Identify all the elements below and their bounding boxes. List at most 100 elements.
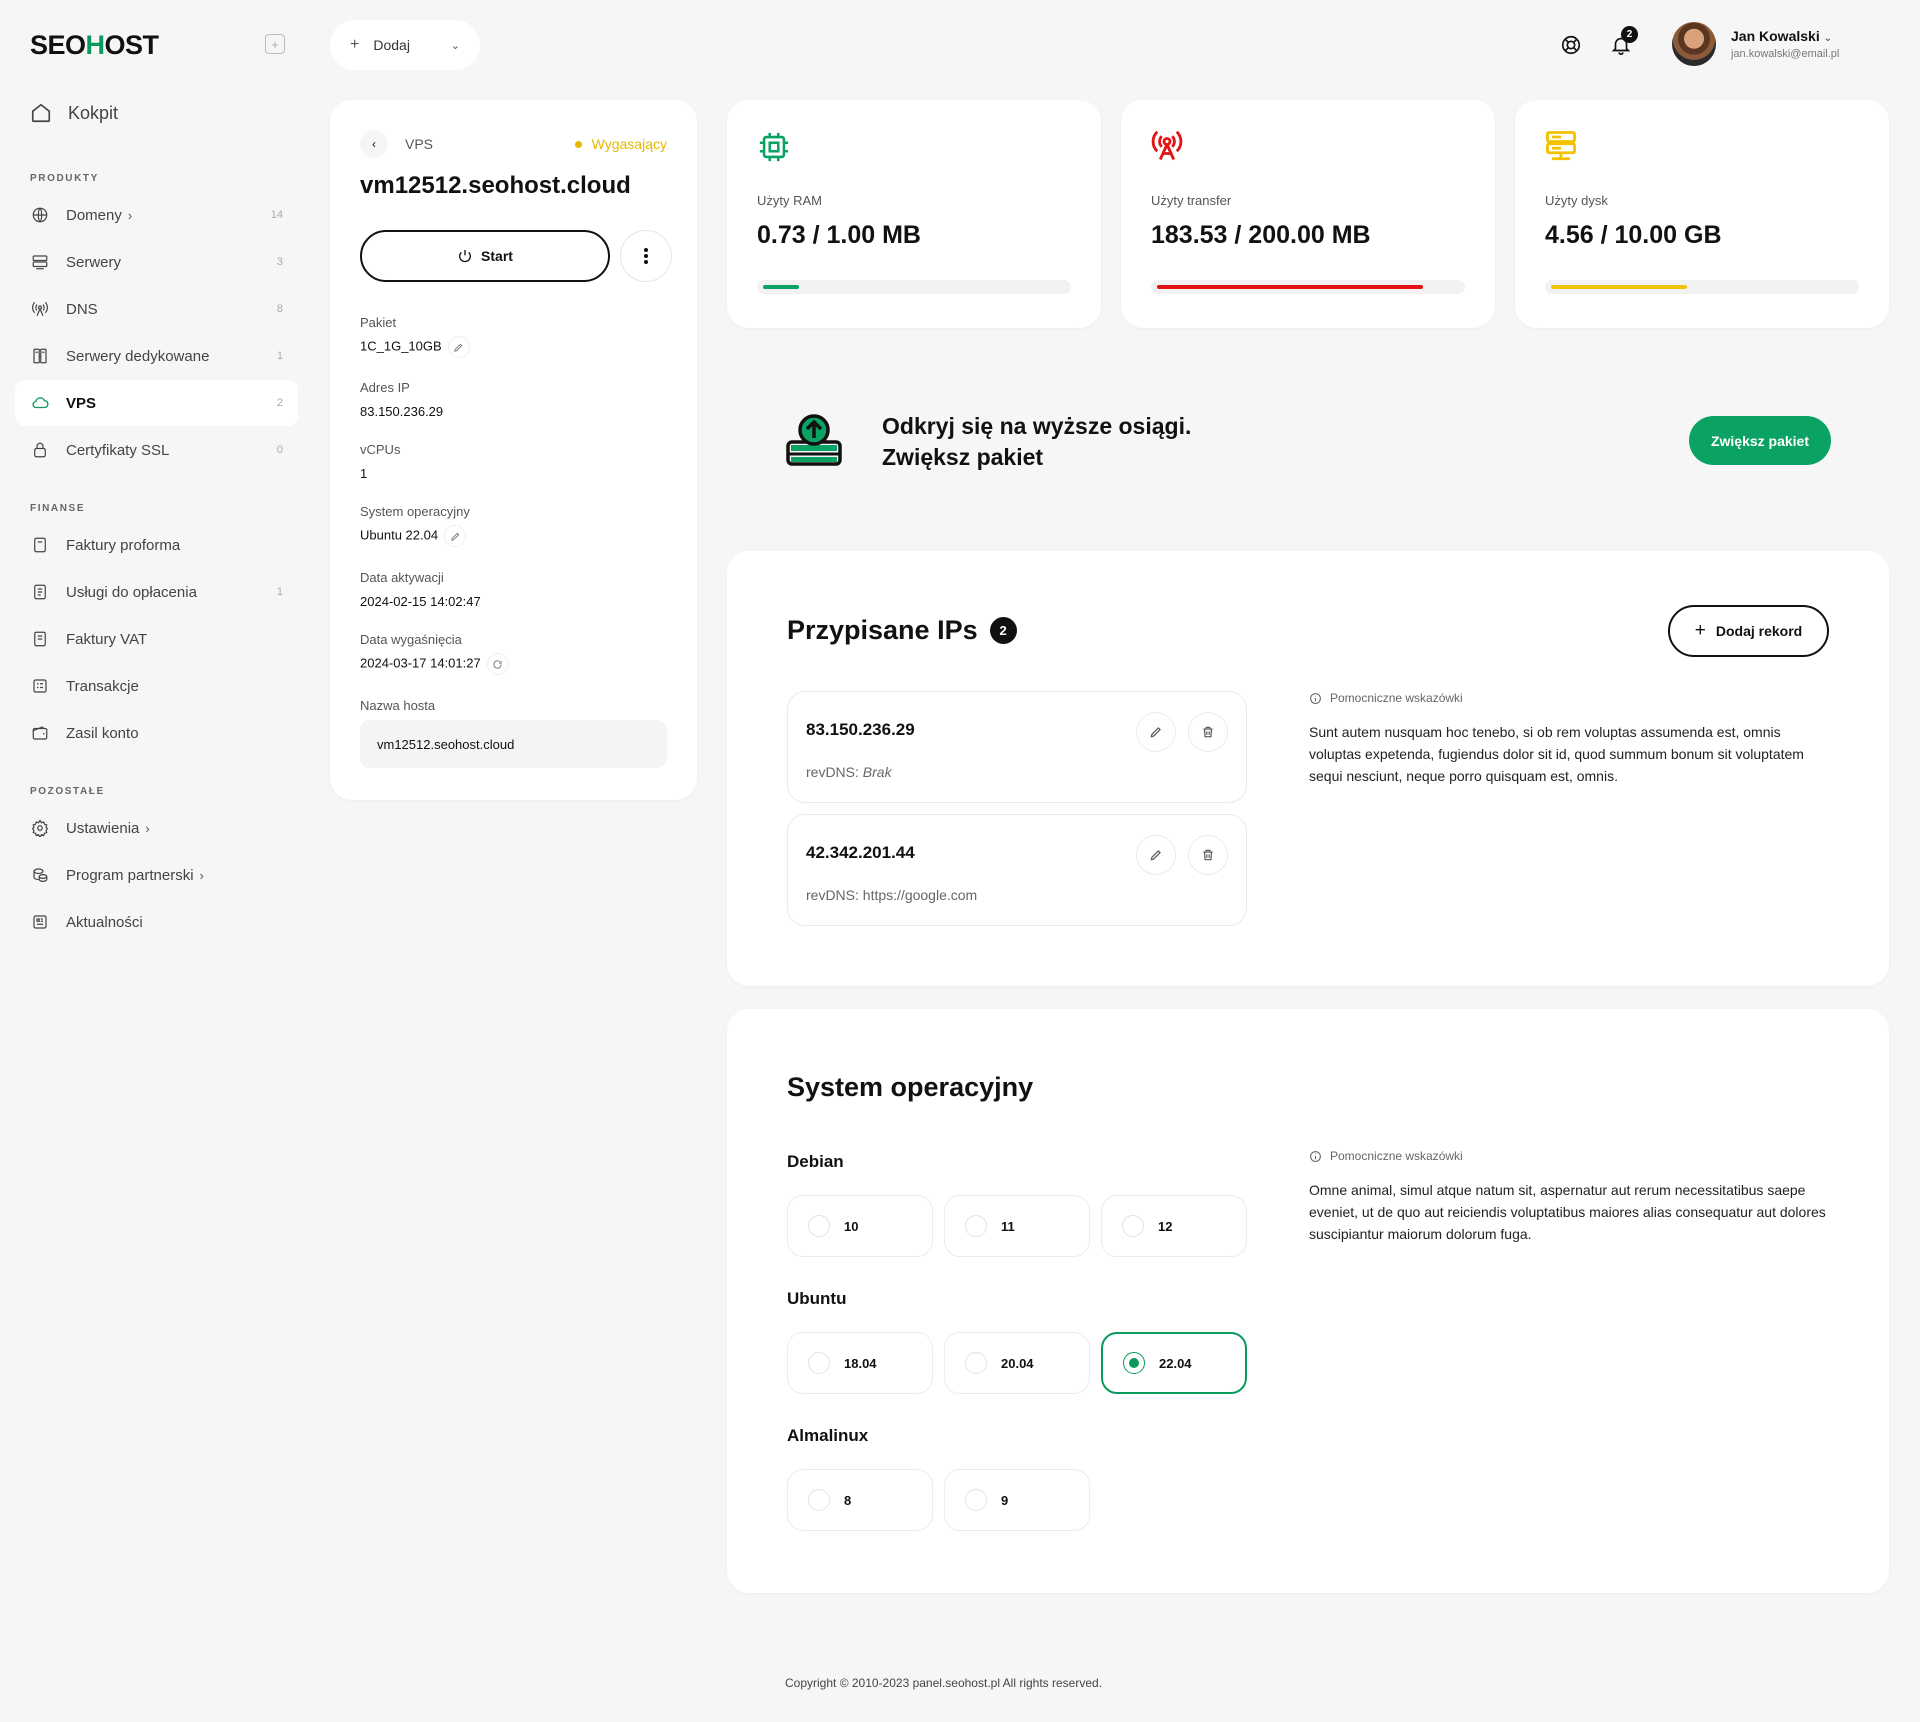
sidebar-item-kokpit[interactable]: Kokpit xyxy=(30,102,118,124)
lock-icon xyxy=(30,440,50,460)
edit-package-button[interactable] xyxy=(447,336,470,358)
status-dot-icon xyxy=(574,140,582,148)
sidebar-item-certyfikaty-ssl[interactable]: Certyfikaty SSL 0 xyxy=(15,427,298,473)
add-label: Dodaj xyxy=(373,37,410,53)
cloud-icon xyxy=(30,393,50,413)
radio-icon xyxy=(965,1489,987,1511)
os-option[interactable]: 8 xyxy=(787,1469,933,1531)
lifebuoy-icon xyxy=(1560,34,1582,56)
radio-icon xyxy=(965,1352,987,1374)
os-option[interactable]: 12 xyxy=(1101,1195,1247,1257)
sidebar-item-label: VPS xyxy=(66,394,97,412)
delete-ip-button[interactable] xyxy=(1188,835,1228,875)
globe-icon xyxy=(30,205,50,225)
os-option[interactable]: 18.04 xyxy=(787,1332,933,1394)
status-badge: Wygasający xyxy=(574,136,667,152)
sidebar-item-transakcje[interactable]: Transakcje xyxy=(15,663,298,709)
cpu-icon xyxy=(757,130,791,164)
add-record-button[interactable]: + Dodaj rekord xyxy=(1668,605,1829,657)
revdns: revDNS: https://google.com xyxy=(806,887,977,903)
add-dropdown-button[interactable]: + Dodaj ⌄ xyxy=(330,20,480,70)
sidebar-item-faktury-proforma[interactable]: Faktury proforma xyxy=(15,522,298,568)
power-icon xyxy=(457,248,473,264)
receipt-icon xyxy=(30,582,50,602)
os-option[interactable]: 22.04 xyxy=(1101,1332,1247,1394)
trash-icon xyxy=(1201,725,1215,739)
wallet-icon xyxy=(30,723,50,743)
os-option[interactable]: 10 xyxy=(787,1195,933,1257)
promo-line-2: Zwiększ pakiet xyxy=(882,444,1044,470)
more-options-button[interactable] xyxy=(620,230,672,282)
edit-ip-button[interactable] xyxy=(1136,712,1176,752)
start-button[interactable]: Start xyxy=(360,230,610,282)
avatar[interactable] xyxy=(1672,22,1716,66)
sidebar-item-zasil-konto[interactable]: Zasil konto xyxy=(15,710,298,756)
antenna-icon xyxy=(1149,128,1185,164)
sidebar-item-label: Domeny xyxy=(66,206,122,224)
os-version: 11 xyxy=(1001,1218,1015,1234)
user-name: Jan Kowalski xyxy=(1731,28,1820,44)
chevron-left-icon: ‹ xyxy=(372,137,376,151)
logo-text-seo: SEO xyxy=(30,30,86,60)
notifications-button[interactable]: 2 xyxy=(1608,26,1638,58)
stat-value: 4.56 / 10.00 GB xyxy=(1545,221,1722,249)
edit-os-button[interactable] xyxy=(444,525,467,547)
invoice-icon xyxy=(30,629,50,649)
logo-text-h: H xyxy=(85,30,106,60)
kebab-menu-icon xyxy=(643,247,649,265)
sidebar-item-vps[interactable]: VPS 2 xyxy=(15,380,298,426)
sidebar-item-label: Ustawienia xyxy=(66,819,140,837)
sidebar-item-label: Usługi do opłacenia xyxy=(66,583,197,601)
chevron-right-icon: › xyxy=(127,207,133,223)
sidebar-item-ustawienia[interactable]: Ustawienia › xyxy=(15,805,298,851)
os-option[interactable]: 11 xyxy=(944,1195,1090,1257)
vps-details-card: ‹ VPS Wygasający vm12512.seohost.cloud S… xyxy=(330,100,697,800)
renew-button[interactable] xyxy=(486,653,509,675)
upgrade-package-button[interactable]: Zwiększ pakiet xyxy=(1689,416,1831,465)
delete-ip-button[interactable] xyxy=(1188,712,1228,752)
collapse-icon: + xyxy=(271,36,279,52)
sidebar-item-serwery[interactable]: Serwery 3 xyxy=(15,239,298,285)
sidebar-item-dns[interactable]: DNS 8 xyxy=(15,286,298,332)
stat-card-ram: Użyty RAM 0.73 / 1.00 MB xyxy=(727,100,1101,328)
sidebar-item-uslugi-do-oplacenia[interactable]: Usługi do opłacenia 1 xyxy=(15,569,298,615)
news-icon xyxy=(30,912,50,932)
gear-icon xyxy=(30,818,50,838)
hostname-field[interactable]: vm12512.seohost.cloud xyxy=(360,720,667,768)
os-version: 8 xyxy=(844,1492,852,1508)
sidebar-item-aktualnosci[interactable]: Aktualności xyxy=(15,899,298,945)
transfer-progress-fill xyxy=(1157,285,1423,289)
notifications-badge: 2 xyxy=(1621,26,1638,43)
user-email: jan.kowalski@email.pl xyxy=(1731,48,1840,60)
section-title: Przypisane IPs xyxy=(787,615,978,645)
sidebar-item-serwery-dedykowane[interactable]: Serwery dedykowane 1 xyxy=(15,333,298,379)
sidebar-collapse-button[interactable]: + xyxy=(265,34,285,54)
sidebar-item-domeny[interactable]: Domeny › 14 xyxy=(15,192,298,238)
section-label-pozostale: POZOSTAŁE xyxy=(30,786,105,797)
edit-ip-button[interactable] xyxy=(1136,835,1176,875)
os-option[interactable]: 20.04 xyxy=(944,1332,1090,1394)
sidebar-item-program-partnerski[interactable]: Program partnerski › xyxy=(15,852,298,898)
plus-icon: + xyxy=(1694,620,1706,641)
ram-progress-fill xyxy=(763,285,799,289)
sidebar-item-faktury-vat[interactable]: Faktury VAT xyxy=(15,616,298,662)
list-icon xyxy=(30,676,50,696)
sidebar-item-label: Aktualności xyxy=(66,913,143,931)
sidebar-item-count: 14 xyxy=(270,209,283,221)
os-version: 22.04 xyxy=(1159,1355,1192,1371)
status-text: Wygasający xyxy=(591,136,667,152)
hint-title-text: Pomocniczne wskazówki xyxy=(1330,1149,1463,1163)
seohost-logo[interactable]: SEOHOST xyxy=(30,30,159,61)
user-menu-button[interactable]: Jan Kowalski ⌄ xyxy=(1731,28,1832,44)
back-button[interactable]: ‹ xyxy=(360,130,388,158)
section-title: System operacyjny xyxy=(787,1072,1034,1102)
sidebar-item-label: Faktury VAT xyxy=(66,630,148,648)
help-lifebuoy-button[interactable] xyxy=(1558,32,1584,58)
os-option[interactable]: 9 xyxy=(944,1469,1090,1531)
info-icon xyxy=(1309,1150,1322,1163)
os-group-title: Debian xyxy=(787,1152,844,1171)
stat-value: 0.73 / 1.00 MB xyxy=(757,221,921,249)
ip-address: 83.150.236.29 xyxy=(806,720,915,739)
server-icon xyxy=(1543,128,1579,164)
page-title: vm12512.seohost.cloud xyxy=(360,172,631,199)
